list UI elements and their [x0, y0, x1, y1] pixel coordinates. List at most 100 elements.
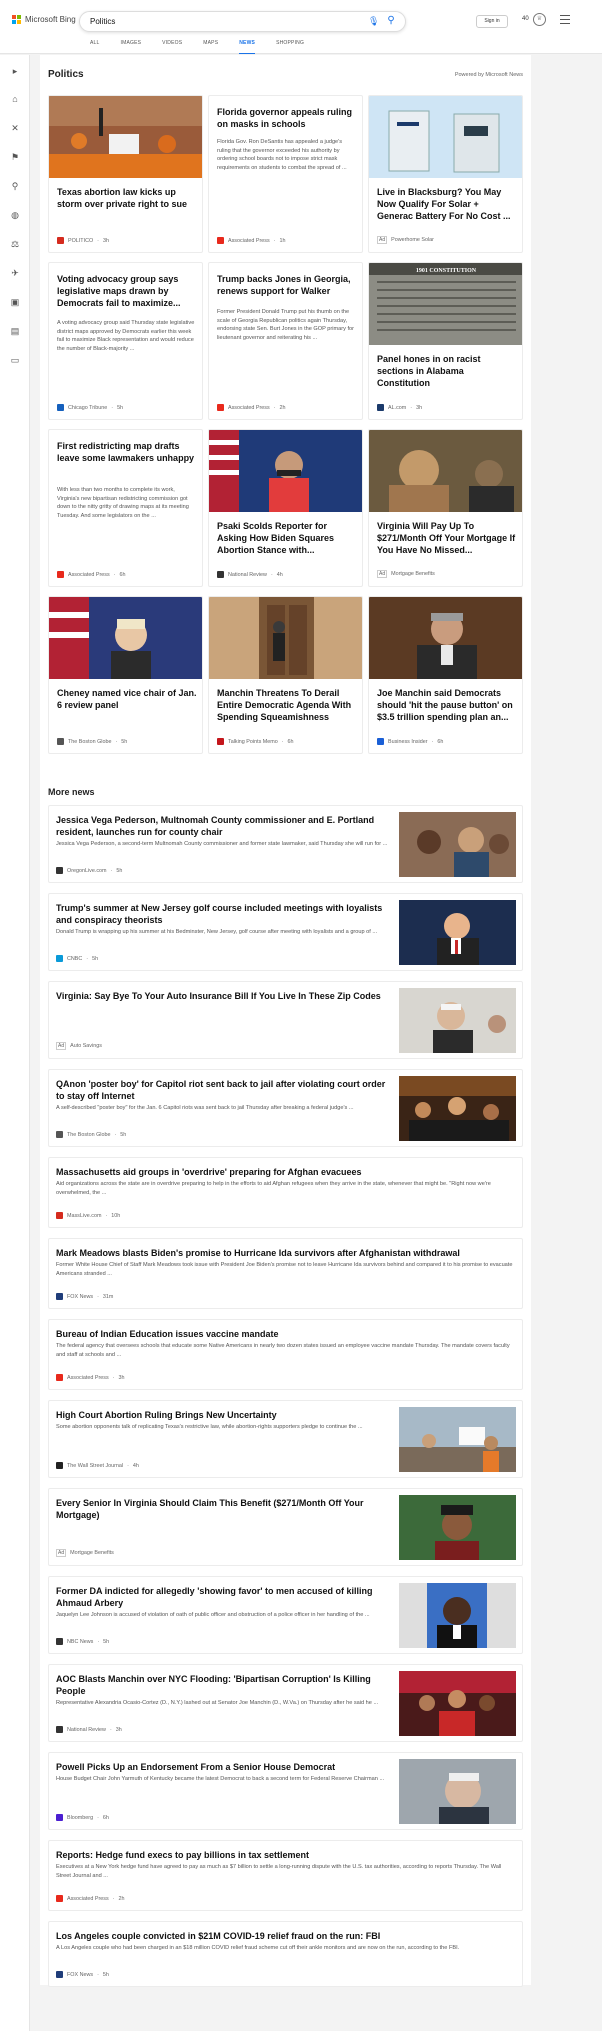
- search-input[interactable]: Politics: [90, 17, 115, 26]
- news-thumbnail[interactable]: [399, 900, 516, 965]
- ad-card[interactable]: Virginia Will Pay Up To $271/Month Off Y…: [368, 429, 523, 587]
- news-list-item[interactable]: Powell Picks Up an Endorsement From a Se…: [48, 1752, 523, 1830]
- news-thumbnail[interactable]: [399, 812, 516, 877]
- money-icon[interactable]: ▭: [9, 354, 21, 366]
- news-title[interactable]: Los Angeles couple convicted in $21M COV…: [56, 1930, 516, 1942]
- news-title[interactable]: Former DA indicted for allegedly 'showin…: [56, 1585, 391, 1609]
- rewards-points[interactable]: 40: [522, 16, 529, 22]
- news-snippet: Representative Alexandria Ocasio-Cortez …: [56, 1700, 379, 1706]
- news-card[interactable]: Joe Manchin said Democrats should 'hit t…: [368, 596, 523, 754]
- card-title[interactable]: Panel hones in on racist sections in Ala…: [377, 353, 517, 389]
- card-title[interactable]: Virginia Will Pay Up To $271/Month Off Y…: [377, 520, 517, 556]
- news-thumbnail[interactable]: [399, 988, 516, 1053]
- news-list-item[interactable]: QAnon 'poster boy' for Capitol riot sent…: [48, 1069, 523, 1147]
- news-title[interactable]: Virginia: Say Bye To Your Auto Insurance…: [56, 990, 391, 1002]
- news-thumbnail[interactable]: [399, 1759, 516, 1824]
- news-list-item[interactable]: AOC Blasts Manchin over NYC Flooding: 'B…: [48, 1664, 523, 1742]
- ad-badge: Ad: [377, 570, 388, 578]
- publish-time: 31m: [102, 1293, 114, 1300]
- source-name: Associated Press: [67, 1895, 109, 1902]
- news-title[interactable]: Trump's summer at New Jersey golf course…: [56, 902, 391, 926]
- home-icon[interactable]: ⌂: [9, 93, 21, 105]
- news-title[interactable]: Bureau of Indian Education issues vaccin…: [56, 1328, 516, 1340]
- news-title[interactable]: Powell Picks Up an Endorsement From a Se…: [56, 1761, 391, 1773]
- card-snippet: Former President Donald Trump put his th…: [217, 309, 355, 341]
- news-card[interactable]: Texas abortion law kicks up storm over p…: [48, 95, 203, 253]
- news-list-item[interactable]: Reports: Hedge fund execs to pay billion…: [48, 1840, 523, 1911]
- news-card[interactable]: Cheney named vice chair of Jan. 6 review…: [48, 596, 203, 754]
- card-title[interactable]: Manchin Threatens To Derail Entire Democ…: [217, 687, 357, 723]
- entertainment-icon[interactable]: ▣: [9, 296, 21, 308]
- ad-list-item[interactable]: Virginia: Say Bye To Your Auto Insurance…: [48, 981, 523, 1059]
- news-title[interactable]: Every Senior In Virginia Should Claim Th…: [56, 1497, 391, 1521]
- news-list-item[interactable]: Bureau of Indian Education issues vaccin…: [48, 1319, 523, 1390]
- news-thumbnail[interactable]: [399, 1076, 516, 1141]
- news-thumbnail[interactable]: [399, 1583, 516, 1648]
- news-list-item[interactable]: Trump's summer at New Jersey golf course…: [48, 893, 523, 971]
- politics-icon[interactable]: ⚖: [9, 238, 21, 250]
- news-thumbnail[interactable]: [399, 1671, 516, 1736]
- news-card[interactable]: Florida governor appeals ruling on masks…: [208, 95, 363, 253]
- publish-time: 2h: [118, 1895, 125, 1902]
- tab-news[interactable]: NEWS: [239, 40, 256, 54]
- card-title[interactable]: Voting advocacy group says legislative m…: [57, 273, 197, 309]
- news-thumbnail[interactable]: [399, 1495, 516, 1560]
- search-box[interactable]: Politics 🎙 ⚲: [79, 11, 406, 32]
- ad-card[interactable]: Live in Blacksburg? You May Now Qualify …: [368, 95, 523, 253]
- tab-images[interactable]: IMAGES: [121, 40, 142, 54]
- news-card[interactable]: Trump backs Jones in Georgia, renews sup…: [208, 262, 363, 420]
- news-card[interactable]: First redistricting map drafts leave som…: [48, 429, 203, 587]
- news-list-item[interactable]: Former DA indicted for allegedly 'showin…: [48, 1576, 523, 1654]
- card-title[interactable]: Texas abortion law kicks up storm over p…: [57, 186, 197, 210]
- card-title[interactable]: Trump backs Jones in Georgia, renews sup…: [217, 273, 357, 297]
- tab-videos[interactable]: VIDEOS: [162, 40, 182, 54]
- news-list-item[interactable]: High Court Abortion Ruling Brings New Un…: [48, 1400, 523, 1478]
- card-source: Ad Mortgage Benefits: [377, 570, 435, 578]
- news-list-item[interactable]: Jessica Vega Pederson, Multnomah County …: [48, 805, 523, 883]
- trending-icon[interactable]: ✕: [9, 122, 21, 134]
- ad-list-item[interactable]: Every Senior In Virginia Should Claim Th…: [48, 1488, 523, 1566]
- card-title[interactable]: Joe Manchin said Democrats should 'hit t…: [377, 687, 517, 723]
- source-name: FOX News: [67, 1971, 94, 1978]
- news-title[interactable]: Reports: Hedge fund execs to pay billion…: [56, 1849, 516, 1861]
- sign-in-button[interactable]: Sign in: [476, 15, 508, 28]
- news-card[interactable]: Psaki Scolds Reporter for Asking How Bid…: [208, 429, 363, 587]
- tab-maps[interactable]: MAPS: [203, 40, 218, 54]
- flag-icon[interactable]: ⚑: [9, 151, 21, 163]
- science-icon[interactable]: ✈: [9, 267, 21, 279]
- news-card[interactable]: Manchin Threatens To Derail Entire Democ…: [208, 596, 363, 754]
- bing-logo[interactable]: Microsoft Bing: [12, 15, 76, 24]
- news-title[interactable]: Massachusetts aid groups in 'overdrive' …: [56, 1166, 516, 1178]
- publish-time: 5h: [120, 1131, 127, 1138]
- news-title[interactable]: Jessica Vega Pederson, Multnomah County …: [56, 814, 391, 838]
- source-logo-icon: [56, 1895, 63, 1902]
- card-title[interactable]: Psaki Scolds Reporter for Asking How Bid…: [217, 520, 357, 556]
- news-list-item[interactable]: Massachusetts aid groups in 'overdrive' …: [48, 1157, 523, 1228]
- news-thumbnail[interactable]: [399, 1407, 516, 1472]
- tab-all[interactable]: ALL: [90, 40, 100, 54]
- news-snippet: Donald Trump is wrapping up his summer a…: [56, 929, 378, 935]
- card-title[interactable]: Florida governor appeals ruling on masks…: [217, 106, 357, 130]
- rewards-icon[interactable]: ♕: [533, 13, 546, 26]
- news-source: Associated Press · 2h: [56, 1895, 124, 1902]
- news-title[interactable]: QAnon 'poster boy' for Capitol riot sent…: [56, 1078, 391, 1102]
- menu-icon[interactable]: [560, 15, 570, 24]
- location-icon[interactable]: ⚲: [9, 180, 21, 192]
- news-list-item[interactable]: Mark Meadows blasts Biden's promise to H…: [48, 1238, 523, 1309]
- card-title[interactable]: Live in Blacksburg? You May Now Qualify …: [377, 186, 517, 222]
- tab-shopping[interactable]: SHOPPING: [276, 40, 304, 54]
- powered-by[interactable]: Powered by Microsoft News: [455, 72, 523, 78]
- expand-rail-icon[interactable]: ▸: [9, 65, 21, 77]
- news-title[interactable]: Mark Meadows blasts Biden's promise to H…: [56, 1247, 516, 1259]
- news-title[interactable]: AOC Blasts Manchin over NYC Flooding: 'B…: [56, 1673, 391, 1697]
- news-card[interactable]: 1901 CONSTITUTION Panel hones in on raci…: [368, 262, 523, 420]
- news-card[interactable]: Voting advocacy group says legislative m…: [48, 262, 203, 420]
- sports-icon[interactable]: ▤: [9, 325, 21, 337]
- microphone-icon[interactable]: 🎙: [368, 16, 379, 29]
- news-title[interactable]: High Court Abortion Ruling Brings New Un…: [56, 1409, 391, 1421]
- globe-icon[interactable]: ◍: [9, 209, 21, 221]
- card-title[interactable]: Cheney named vice chair of Jan. 6 review…: [57, 687, 197, 711]
- search-icon[interactable]: ⚲: [385, 15, 397, 29]
- news-list-item[interactable]: Los Angeles couple convicted in $21M COV…: [48, 1921, 523, 1987]
- card-title[interactable]: First redistricting map drafts leave som…: [57, 440, 197, 464]
